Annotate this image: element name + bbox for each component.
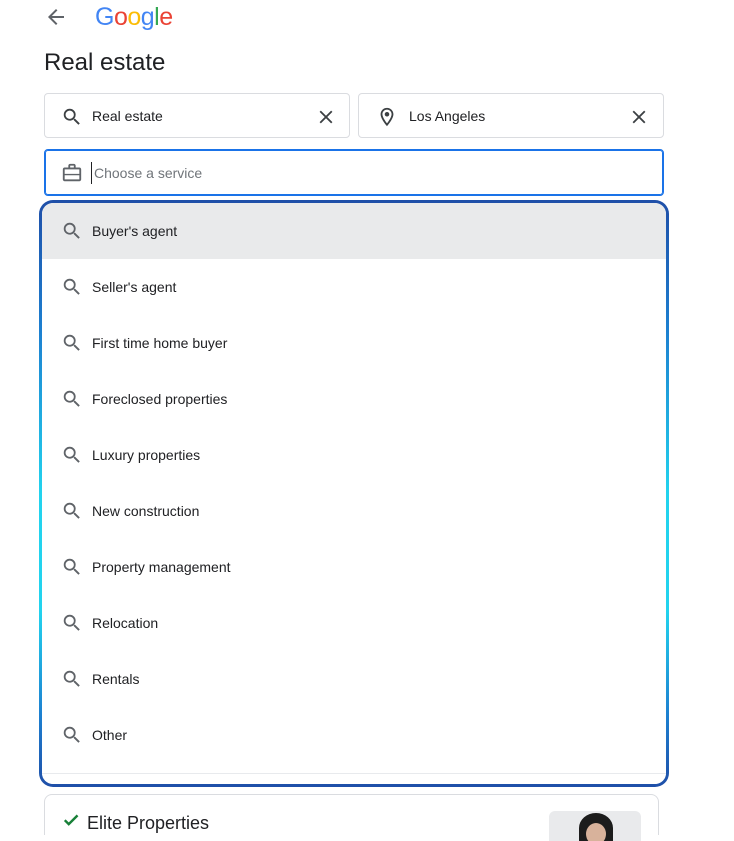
suggestion-item[interactable]: Relocation [42,595,666,651]
suggestion-item[interactable]: Property management [42,539,666,595]
suggestion-label: First time home buyer [92,335,228,351]
suggestion-label: Buyer's agent [92,223,178,239]
suggestion-label: Foreclosed properties [92,391,228,407]
suggestion-item[interactable]: Other [42,707,666,763]
logo-letter: o [127,3,141,31]
suggestion-item[interactable]: Buyer's agent [42,203,666,259]
search-icon [63,726,80,743]
suggestion-label: Other [92,727,128,743]
dropdown-footer [42,773,666,784]
location-value: Los Angeles [409,108,486,124]
suggestion-label: Relocation [92,615,159,631]
suggestion-item[interactable]: Luxury properties [42,427,666,483]
suggestion-item[interactable]: Rentals [42,651,666,707]
arrow-back-icon [48,9,64,25]
service-suggestions-dropdown: Other Rentals Relocation Property managemen… [39,200,669,787]
search-icon [63,502,80,519]
search-icon [63,614,80,631]
suggestion-label: Rentals [92,671,140,687]
search-icon [63,390,80,407]
back-button[interactable] [44,5,68,29]
suggestion-label: Property management [92,559,231,575]
suggestion-item[interactable]: First time home buyer [42,315,666,371]
suggestion-item[interactable]: Seller's agent [42,259,666,315]
suggestion-label: New construction [92,503,200,519]
clear-category-icon[interactable] [315,106,337,128]
search-icon [63,446,80,463]
logo-letter: g [140,3,155,31]
logo-letter: o [113,3,128,31]
briefcase-icon [62,163,82,182]
search-icon [63,222,80,239]
location-field[interactable]: Los Angeles [358,93,664,138]
result-card-photo[interactable] [549,811,641,841]
search-icon [63,558,80,575]
category-field[interactable]: Real estate [44,93,350,138]
service-field[interactable] [44,149,664,196]
search-icon [63,278,80,295]
clear-location-icon[interactable] [628,106,650,128]
result-card-title[interactable]: Elite Properties [87,813,209,834]
verified-check-icon [63,814,79,826]
search-icon [63,108,80,125]
service-input[interactable] [91,162,654,184]
category-value: Real estate [92,108,163,124]
suggestions-list: Other Rentals Relocation Property managemen… [42,203,666,784]
logo-letter: e [159,3,173,31]
suggestion-label: Seller's agent [92,279,177,295]
search-icon [63,334,80,351]
suggestion-item[interactable]: New construction [42,483,666,539]
google-logo[interactable]: Google [95,3,173,32]
suggestion-item[interactable]: Foreclosed properties [42,371,666,427]
logo-letter: G [95,3,114,31]
search-icon [63,670,80,687]
page-title: Real estate [44,49,166,76]
suggestion-label: Luxury properties [92,447,201,463]
location-pin-icon [380,107,394,127]
